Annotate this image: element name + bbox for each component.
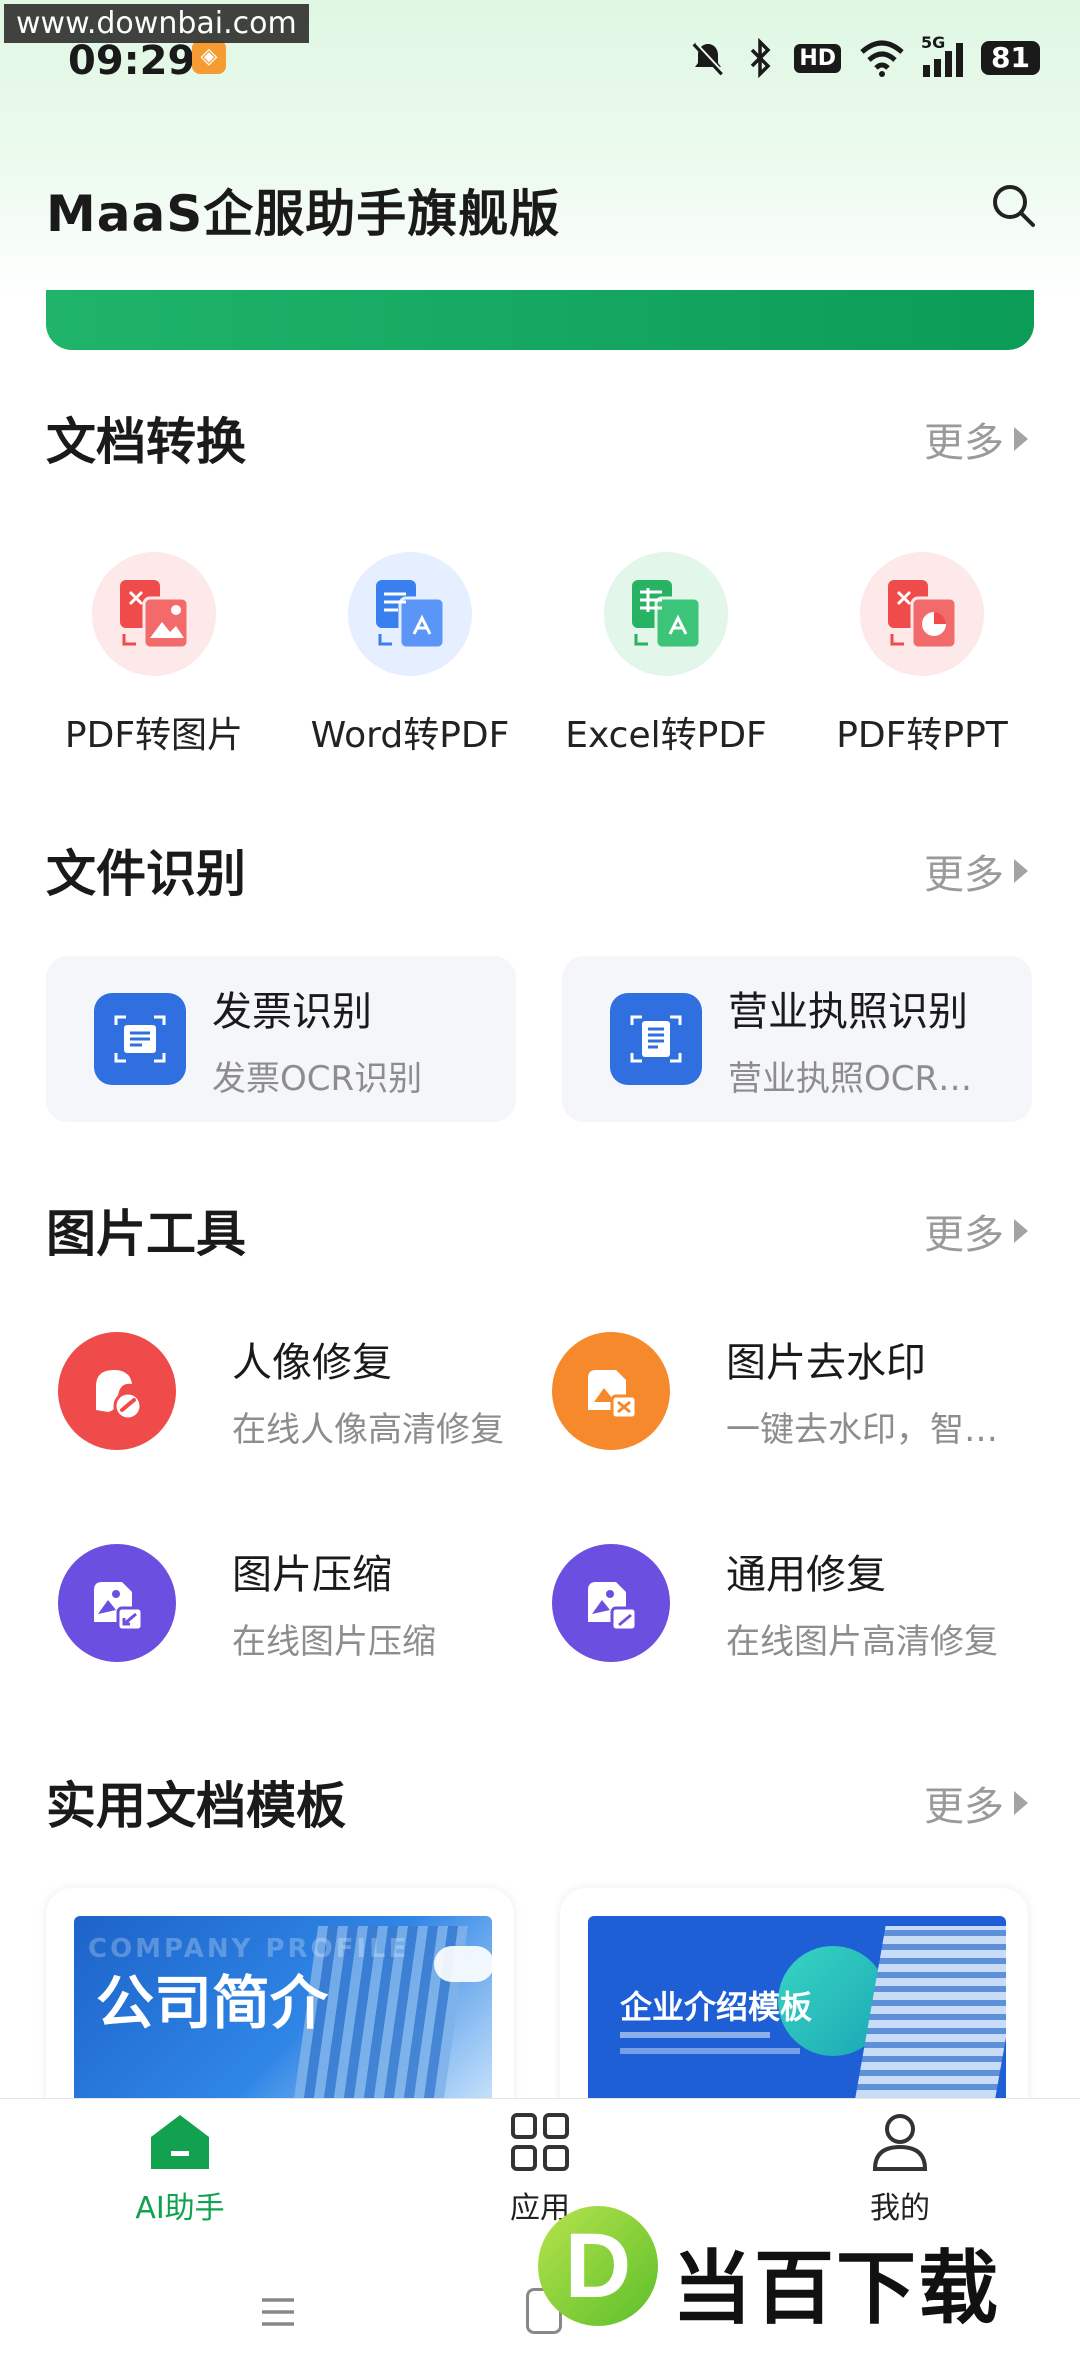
section-title-image-tools: 图片工具: [46, 1205, 246, 1263]
site-watermark: www.downbai.com: [4, 4, 309, 43]
conversion-label: PDF转图片: [64, 715, 244, 756]
conversion-excel-to-pdf[interactable]: Excel转PDF: [556, 552, 776, 758]
notification-app-icon: ◈: [192, 40, 226, 74]
logo-letter: D: [564, 2214, 632, 2317]
card-title: 发票识别: [212, 988, 372, 1035]
mute-bell-icon: [692, 42, 726, 76]
tab-label: 我的: [870, 2191, 930, 2226]
card-title: 营业执照识别: [728, 988, 968, 1035]
card-subtitle: 发票OCR识别: [212, 1058, 423, 1099]
tool-title: 图片压缩: [232, 1552, 392, 1598]
pdf-to-image-icon: [92, 552, 216, 676]
battery-indicator: 81: [981, 41, 1040, 75]
invoice-icon: [94, 993, 186, 1085]
more-link-templates[interactable]: 更多: [924, 1774, 1028, 1832]
template-title: 公司简介: [96, 1969, 329, 2037]
more-label: 更多: [924, 1212, 1004, 1258]
chevron-right-icon: [1014, 859, 1028, 883]
tool-portrait-repair[interactable]: 人像修复 在线人像高清修复: [58, 1330, 538, 1451]
download-site-name: 当百下载: [672, 2242, 1000, 2335]
more-label: 更多: [924, 1784, 1004, 1830]
invoice-recognition-card[interactable]: 发票识别 发票OCR识别: [46, 956, 516, 1122]
more-label: 更多: [924, 420, 1004, 466]
conversion-label: Excel转PDF: [565, 715, 767, 756]
tab-ai-assistant[interactable]: AI助手: [80, 2111, 280, 2227]
tool-subtitle: 在线图片压缩: [232, 1622, 436, 1662]
network-type: 5G: [921, 33, 946, 52]
image-compress-icon: [58, 1543, 176, 1662]
signal-icon: 5G: [921, 33, 964, 77]
tool-subtitle: 在线图片高清修复: [726, 1622, 998, 1662]
download-site-logo: D: [538, 2206, 658, 2326]
tool-title: 图片去水印: [726, 1340, 926, 1386]
app-title: MaaS企服助手旗舰版: [46, 185, 561, 243]
remove-watermark-icon: [552, 1331, 670, 1450]
more-link-recognition[interactable]: 更多: [924, 842, 1028, 900]
conversion-label: Word转PDF: [310, 715, 510, 756]
conversion-pdf-to-image[interactable]: PDF转图片: [44, 552, 264, 758]
template-thumbnail: COMPANY PROFILE 公司简介: [74, 1916, 492, 2108]
section-title-templates: 实用文档模板: [46, 1777, 346, 1835]
template-title: 企业介绍模板: [620, 1988, 813, 2026]
tab-label: AI助手: [135, 2191, 225, 2226]
license-icon: [610, 993, 702, 1085]
tool-general-repair[interactable]: 通用修复 在线图片高清修复: [552, 1542, 1032, 1663]
section-title-recognition: 文件识别: [46, 845, 246, 903]
template-thumbnail: 企业介绍模板: [588, 1916, 1006, 2108]
grid-icon: [511, 2113, 569, 2171]
conversion-pdf-to-ppt[interactable]: PDF转PPT: [812, 552, 1032, 758]
tool-remove-watermark[interactable]: 图片去水印 一键去水印，智能...: [552, 1330, 1032, 1451]
word-to-pdf-icon: [348, 552, 472, 676]
tool-subtitle: 在线人像高清修复: [232, 1410, 504, 1450]
card-subtitle: 营业执照OCR识...: [728, 1058, 998, 1099]
tool-title: 人像修复: [232, 1340, 392, 1386]
menu-icon[interactable]: [258, 2292, 298, 2332]
more-link-image-tools[interactable]: 更多: [924, 1202, 1028, 1260]
status-icons: HD 5G 81: [688, 33, 1040, 80]
chevron-right-icon: [1014, 427, 1028, 451]
general-repair-icon: [552, 1543, 670, 1662]
license-recognition-card[interactable]: 营业执照识别 营业执照OCR识...: [562, 956, 1032, 1122]
more-link-conversion[interactable]: 更多: [924, 410, 1028, 468]
wifi-icon: [860, 40, 904, 77]
promo-banner[interactable]: [46, 290, 1034, 350]
section-title-conversion: 文档转换: [46, 413, 246, 471]
chevron-right-icon: [1014, 1219, 1028, 1243]
tab-mine[interactable]: 我的: [800, 2111, 1000, 2227]
template-card-company-profile[interactable]: COMPANY PROFILE 公司简介: [46, 1888, 514, 2108]
bluetooth-icon: [751, 38, 771, 78]
user-icon: [872, 2114, 928, 2171]
chevron-right-icon: [1014, 1791, 1028, 1815]
template-card-enterprise-intro[interactable]: 企业介绍模板: [560, 1888, 1028, 2108]
excel-to-pdf-icon: [604, 552, 728, 676]
home-icon: [151, 2115, 209, 2169]
tool-image-compress[interactable]: 图片压缩 在线图片压缩: [58, 1542, 538, 1663]
portrait-repair-icon: [58, 1331, 176, 1450]
more-label: 更多: [924, 852, 1004, 898]
tool-subtitle: 一键去水印，智能...: [726, 1410, 1026, 1450]
tool-title: 通用修复: [726, 1552, 886, 1598]
conversion-word-to-pdf[interactable]: Word转PDF: [300, 552, 520, 758]
hd-icon: HD: [794, 43, 842, 73]
conversion-label: PDF转PPT: [836, 715, 1008, 756]
pdf-to-ppt-icon: [860, 552, 984, 676]
search-icon[interactable]: [990, 182, 1036, 228]
status-time: 09:29: [68, 38, 196, 84]
